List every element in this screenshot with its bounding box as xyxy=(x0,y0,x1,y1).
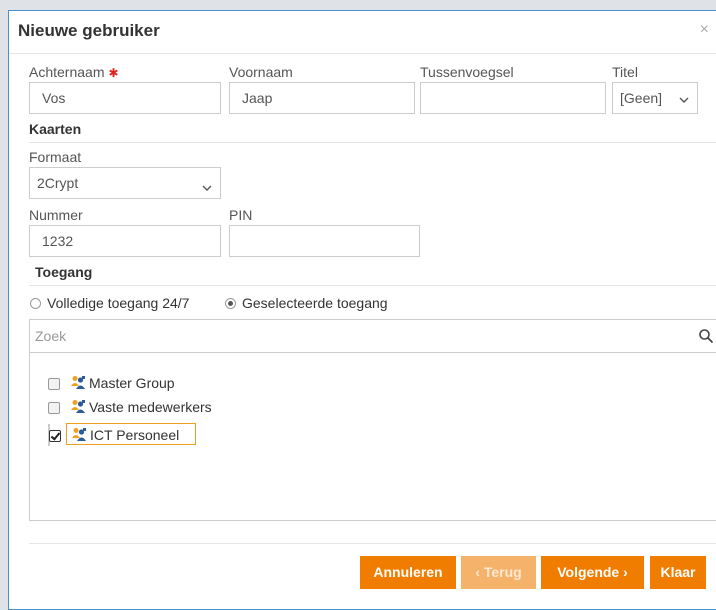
titel-select-value: [Geen] xyxy=(620,90,663,106)
volledige-toegang-label[interactable]: Volledige toegang 24/7 xyxy=(47,295,189,311)
group-label: Vaste medewerkers xyxy=(89,399,212,415)
toegang-divider xyxy=(29,285,716,286)
voornaam-field[interactable]: Jaap xyxy=(229,82,415,114)
footer-divider xyxy=(29,543,716,544)
search-input[interactable] xyxy=(30,320,680,352)
group-icon xyxy=(70,375,87,393)
tussenvoegsel-label: Tussenvoegsel xyxy=(420,64,514,80)
pin-field[interactable] xyxy=(229,225,420,257)
checkbox-ict-personeel[interactable] xyxy=(49,430,61,442)
checkbox-vaste-medewerkers[interactable] xyxy=(48,402,60,414)
klaar-button[interactable]: Klaar xyxy=(650,556,706,589)
close-icon[interactable]: × xyxy=(700,21,709,39)
formaat-select[interactable]: 2Crypt xyxy=(29,167,221,199)
toegang-heading: Toegang xyxy=(35,264,93,280)
chevron-down-icon xyxy=(202,180,212,196)
dialog-title: Nieuwe gebruiker xyxy=(18,21,160,40)
required-icon: ✱ xyxy=(108,66,119,80)
group-label: Master Group xyxy=(89,375,175,391)
volgende-button-label: Volgende xyxy=(557,564,620,580)
search-icon[interactable] xyxy=(698,328,714,347)
geselecteerde-toegang-label[interactable]: Geselecteerde toegang xyxy=(242,295,388,311)
group-label: ICT Personeel xyxy=(90,427,180,443)
terug-button[interactable]: ‹ Terug xyxy=(461,556,536,589)
chevron-right-icon: › xyxy=(623,564,628,580)
checkbox-master-group[interactable] xyxy=(48,378,60,390)
formaat-label: Formaat xyxy=(29,149,82,165)
dialog-titlebar: Nieuwe gebruiker × xyxy=(9,11,716,54)
radio-geselecteerde-toegang[interactable] xyxy=(225,298,236,309)
achternaam-label-text: Achternaam xyxy=(29,64,105,80)
group-tree: Master Group Vaste medewerkers ICT Perso… xyxy=(29,353,716,521)
titel-label: Titel xyxy=(612,64,638,80)
kaarten-heading: Kaarten xyxy=(29,121,82,137)
group-icon xyxy=(71,427,88,445)
pin-label: PIN xyxy=(229,207,253,223)
group-search xyxy=(29,319,716,353)
achternaam-field[interactable]: Vos xyxy=(29,82,221,114)
radio-volledige-toegang[interactable] xyxy=(30,298,41,309)
achternaam-label: Achternaam ✱ xyxy=(29,64,119,80)
nummer-field[interactable]: 1232 xyxy=(29,225,221,257)
voornaam-label: Voornaam xyxy=(229,64,293,80)
formaat-select-value: 2Crypt xyxy=(37,175,79,191)
tussenvoegsel-field[interactable] xyxy=(420,82,606,114)
new-user-dialog: Nieuwe gebruiker × Achternaam ✱ Voornaam … xyxy=(8,10,716,610)
titel-select[interactable]: [Geen] xyxy=(612,82,698,114)
kaarten-divider xyxy=(29,142,716,143)
annuleren-button[interactable]: Annuleren xyxy=(360,556,456,589)
chevron-down-icon xyxy=(679,92,689,108)
volgende-button[interactable]: Volgende › xyxy=(541,556,644,589)
group-icon xyxy=(70,399,87,417)
chevron-left-icon: ‹ xyxy=(475,564,480,580)
tree-item-ict-personeel[interactable]: ICT Personeel xyxy=(48,423,196,446)
nummer-label: Nummer xyxy=(29,207,83,223)
terug-button-label: Terug xyxy=(483,564,522,580)
